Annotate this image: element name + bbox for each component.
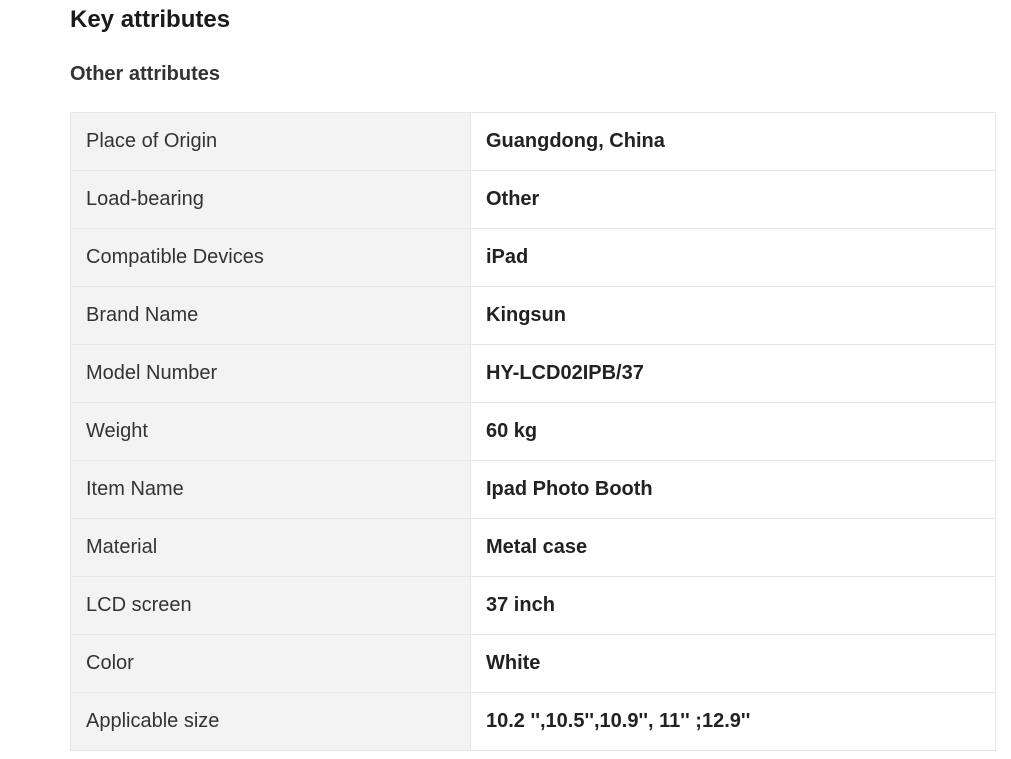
table-row: Applicable size 10.2 '',10.5'',10.9'', 1… bbox=[70, 692, 996, 751]
table-row: Model Number HY-LCD02IPB/37 bbox=[70, 344, 996, 403]
attribute-name: Color bbox=[70, 634, 471, 693]
table-row: Load-bearing Other bbox=[70, 170, 996, 229]
attribute-value: Metal case bbox=[470, 518, 996, 577]
section-subtitle: Other attributes bbox=[70, 63, 221, 85]
attribute-value: Guangdong, China bbox=[470, 112, 996, 171]
attribute-name: Item Name bbox=[70, 460, 471, 519]
section-title: Key attributes bbox=[70, 6, 231, 33]
attribute-value: White bbox=[470, 634, 996, 693]
attributes-table-body: Place of Origin Guangdong, China Load-be… bbox=[70, 112, 996, 751]
table-row: Material Metal case bbox=[70, 518, 996, 577]
attribute-value: 60 kg bbox=[470, 402, 996, 461]
table-row: Place of Origin Guangdong, China bbox=[70, 112, 996, 171]
table-row: Weight 60 kg bbox=[70, 402, 996, 461]
attribute-name: Material bbox=[70, 518, 471, 577]
attribute-name: Weight bbox=[70, 402, 471, 461]
table-row: Item Name Ipad Photo Booth bbox=[70, 460, 996, 519]
attribute-name: Compatible Devices bbox=[70, 228, 471, 287]
table-row: Compatible Devices iPad bbox=[70, 228, 996, 287]
table-row: Brand Name Kingsun bbox=[70, 286, 996, 345]
attribute-name: LCD screen bbox=[70, 576, 471, 635]
attribute-value: Kingsun bbox=[470, 286, 996, 345]
attribute-value: 37 inch bbox=[470, 576, 996, 635]
attribute-name: Applicable size bbox=[70, 692, 471, 751]
attribute-name: Place of Origin bbox=[70, 112, 471, 171]
table-row: LCD screen 37 inch bbox=[70, 576, 996, 635]
attribute-value: Ipad Photo Booth bbox=[470, 460, 996, 519]
attribute-name: Model Number bbox=[70, 344, 471, 403]
table-row: Color White bbox=[70, 634, 996, 693]
attribute-value: 10.2 '',10.5'',10.9'', 11'' ;12.9'' bbox=[470, 692, 996, 751]
attribute-value: iPad bbox=[470, 228, 996, 287]
attributes-table: Place of Origin Guangdong, China Load-be… bbox=[70, 112, 996, 751]
attribute-name: Load-bearing bbox=[70, 170, 471, 229]
attribute-name: Brand Name bbox=[70, 286, 471, 345]
attribute-value: Other bbox=[470, 170, 996, 229]
attribute-value: HY-LCD02IPB/37 bbox=[470, 344, 996, 403]
